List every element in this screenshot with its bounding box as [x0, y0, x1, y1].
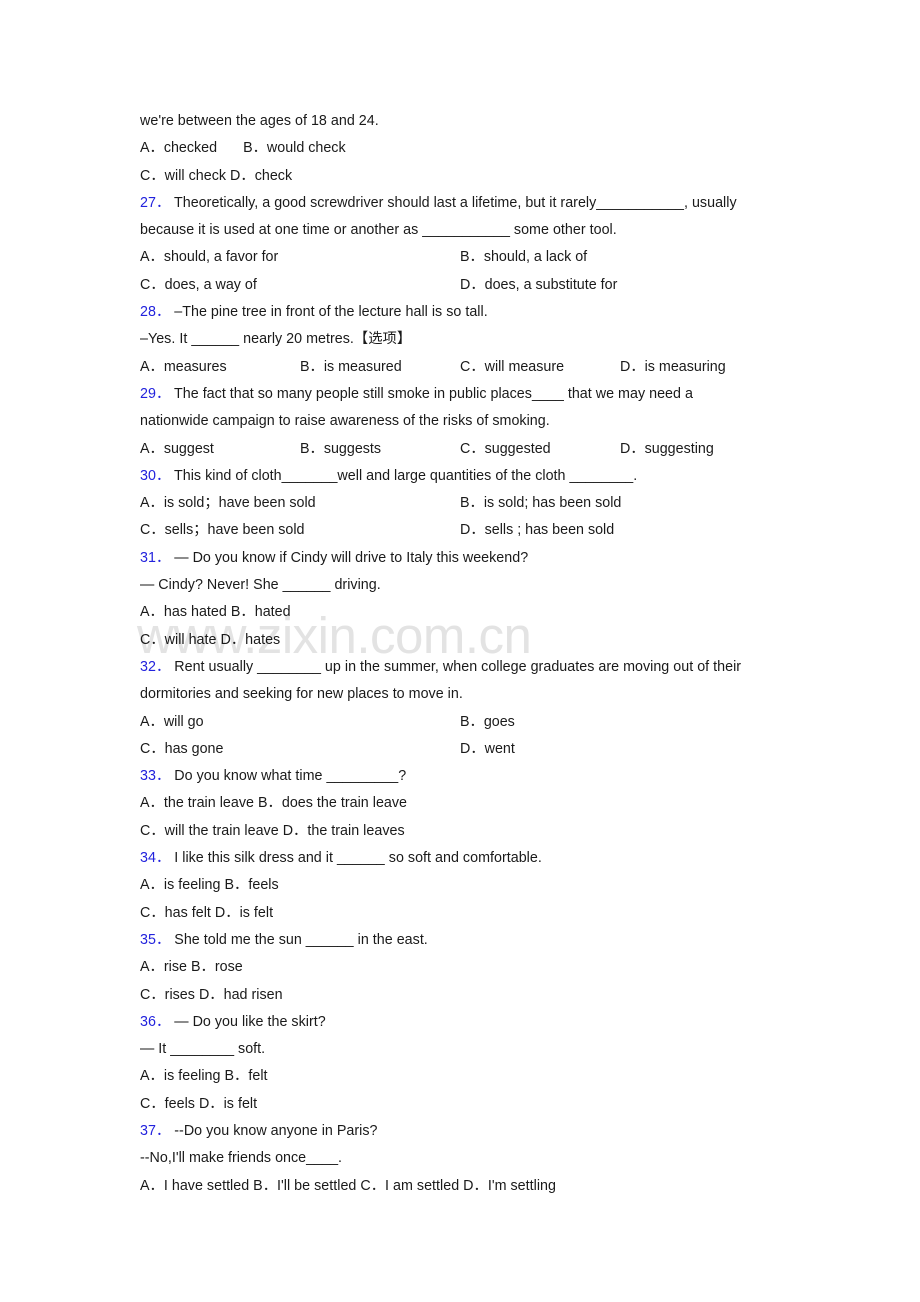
question-37-stem-line-1: 37． --Do you know anyone in Paris?: [140, 1118, 780, 1145]
question-28-option-b[interactable]: B．is measured: [300, 354, 402, 381]
question-34-text-1: I like this silk dress and it ______ so …: [174, 850, 542, 867]
question-34-stem-line-1: 34． I like this silk dress and it ______…: [140, 845, 780, 872]
question-35-number: 35．: [140, 931, 171, 948]
question-32-option-b[interactable]: B．goes: [460, 709, 515, 736]
question-29-option-b[interactable]: B．suggests: [300, 436, 381, 463]
question-28-number: 28．: [140, 304, 171, 321]
question-32-option-a[interactable]: A．will go: [140, 709, 204, 736]
question-30-option-d[interactable]: D．sells ; has been sold: [460, 517, 614, 544]
question-27-option-b[interactable]: B．should, a lack of: [460, 244, 587, 271]
question-35-text-1: She told me the sun ______ in the east.: [174, 931, 428, 948]
question-31-number: 31．: [140, 549, 171, 566]
question-30-text-1: This kind of cloth_______well and large …: [174, 467, 638, 484]
question-27-stem-line-1: 27． Theoretically, a good screwdriver sh…: [140, 190, 780, 217]
question-30-option-a[interactable]: A．is sold；have been sold: [140, 490, 316, 517]
question-29-option-a[interactable]: A．suggest: [140, 436, 214, 463]
question-35-options-row-1[interactable]: A．rise B．rose: [140, 954, 780, 981]
option-b[interactable]: B．would check: [243, 140, 346, 156]
question-30-options-row-1: A．is sold；have been sold B．is sold; has …: [140, 490, 780, 517]
question-36-text-1: — Do you like the skirt?: [174, 1013, 326, 1030]
question-35-stem-line-1: 35． She told me the sun ______ in the ea…: [140, 927, 780, 954]
question-32-option-c[interactable]: C．has gone: [140, 736, 223, 763]
question-33-stem-line-1: 33． Do you know what time _________?: [140, 763, 780, 790]
question-31-text-1: — Do you know if Cindy will drive to Ita…: [174, 549, 529, 566]
question-36-stem-line-2: — It ________ soft.: [140, 1041, 266, 1058]
question-33-text-1: Do you know what time _________?: [174, 768, 407, 785]
question-30-options-row-2: C．sells；have been sold D．sells ; has bee…: [140, 517, 780, 544]
question-31-stem-line-1: 31． — Do you know if Cindy will drive to…: [140, 545, 780, 572]
carryover-option-row-1: A．checked B．would check: [140, 135, 780, 162]
question-30-option-c[interactable]: C．sells；have been sold: [140, 517, 305, 544]
question-27-option-d[interactable]: D．does, a substitute for: [460, 272, 617, 299]
option-a[interactable]: A．checked: [140, 135, 217, 162]
question-28-option-c[interactable]: C．will measure: [460, 354, 564, 381]
question-27-number: 27．: [140, 194, 171, 211]
carryover-stem: we're between the ages of 18 and 24.: [140, 113, 379, 129]
question-27-options-row-2: C．does, a way of D．does, a substitute fo…: [140, 272, 780, 299]
question-32-text-1: Rent usually ________ up in the summer, …: [174, 658, 742, 675]
question-37-stem-line-2: --No,I'll make friends once____.: [140, 1150, 343, 1167]
question-37-text-1: --Do you know anyone in Paris?: [174, 1122, 378, 1139]
document-page: www.zixin.com.cn we're between the ages …: [0, 0, 920, 1302]
question-29-option-d[interactable]: D．suggesting: [620, 436, 714, 463]
question-36-options-row-2[interactable]: C．feels D．is felt: [140, 1091, 780, 1118]
question-29-option-c[interactable]: C．suggested: [460, 436, 551, 463]
question-30-number: 30．: [140, 467, 171, 484]
question-30-stem-line-1: 30． This kind of cloth_______well and la…: [140, 463, 780, 490]
question-27-stem-line-2: because it is used at one time or anothe…: [140, 222, 617, 239]
question-32-options-row-2: C．has gone D．went: [140, 736, 780, 763]
question-31-stem-line-2: — Cindy? Never! She ______ driving.: [140, 577, 381, 594]
question-27-options-row-1: A．should, a favor for B．should, a lack o…: [140, 244, 780, 271]
question-33-options-row-2[interactable]: C．will the train leave D．the train leave…: [140, 818, 780, 845]
question-30-option-b[interactable]: B．is sold; has been sold: [460, 490, 621, 517]
question-27-option-a[interactable]: A．should, a favor for: [140, 244, 278, 271]
question-29-stem-line-1: 29． The fact that so many people still s…: [140, 381, 780, 408]
question-37-number: 37．: [140, 1122, 171, 1139]
question-28-stem-line-2: –Yes. It ______ nearly 20 metres.【选项】: [140, 331, 412, 348]
question-34-number: 34．: [140, 850, 171, 867]
question-33-options-row-1[interactable]: A．the train leave B．does the train leave: [140, 790, 780, 817]
question-31-options-row-2[interactable]: C．will hate D．hates: [140, 627, 780, 654]
question-29-options-row: A．suggest B．suggests C．suggested D．sugge…: [140, 436, 780, 463]
question-36-stem-line-1: 36． — Do you like the skirt?: [140, 1009, 780, 1036]
question-31-options-row-1[interactable]: A．has hated B．hated: [140, 599, 780, 626]
question-28-options-row: A．measures B．is measured C．will measure …: [140, 354, 780, 381]
question-32-options-row-1: A．will go B．goes: [140, 709, 780, 736]
question-36-options-row-1[interactable]: A．is feeling B．felt: [140, 1063, 780, 1090]
question-32-stem-line-1: 32． Rent usually ________ up in the summ…: [140, 654, 780, 681]
question-28-text-1: –The pine tree in front of the lecture h…: [174, 304, 488, 321]
question-36-number: 36．: [140, 1013, 171, 1030]
question-27-option-c[interactable]: C．does, a way of: [140, 272, 257, 299]
question-37-options-row-1[interactable]: A．I have settled B．I'll be settled C．I a…: [140, 1173, 780, 1200]
question-28-option-a[interactable]: A．measures: [140, 354, 227, 381]
question-29-number: 29．: [140, 385, 171, 402]
carryover-option-row-2[interactable]: C．will check D．check: [140, 163, 780, 190]
worksheet-content: we're between the ages of 18 and 24. A．c…: [140, 108, 780, 1200]
question-27-text-1: Theoretically, a good screwdriver should…: [174, 194, 737, 211]
question-32-stem-line-2: dormitories and seeking for new places t…: [140, 686, 463, 703]
question-29-text-1: The fact that so many people still smoke…: [174, 385, 693, 402]
question-35-options-row-2[interactable]: C．rises D．had risen: [140, 982, 780, 1009]
question-32-number: 32．: [140, 658, 171, 675]
question-29-stem-line-2: nationwide campaign to raise awareness o…: [140, 413, 550, 430]
question-34-options-row-2[interactable]: C．has felt D．is felt: [140, 900, 780, 927]
question-28-stem-line-1: 28． –The pine tree in front of the lectu…: [140, 299, 780, 326]
question-33-number: 33．: [140, 768, 171, 785]
question-34-options-row-1[interactable]: A．is feeling B．feels: [140, 872, 780, 899]
question-28-option-d[interactable]: D．is measuring: [620, 354, 726, 381]
question-32-option-d[interactable]: D．went: [460, 736, 515, 763]
